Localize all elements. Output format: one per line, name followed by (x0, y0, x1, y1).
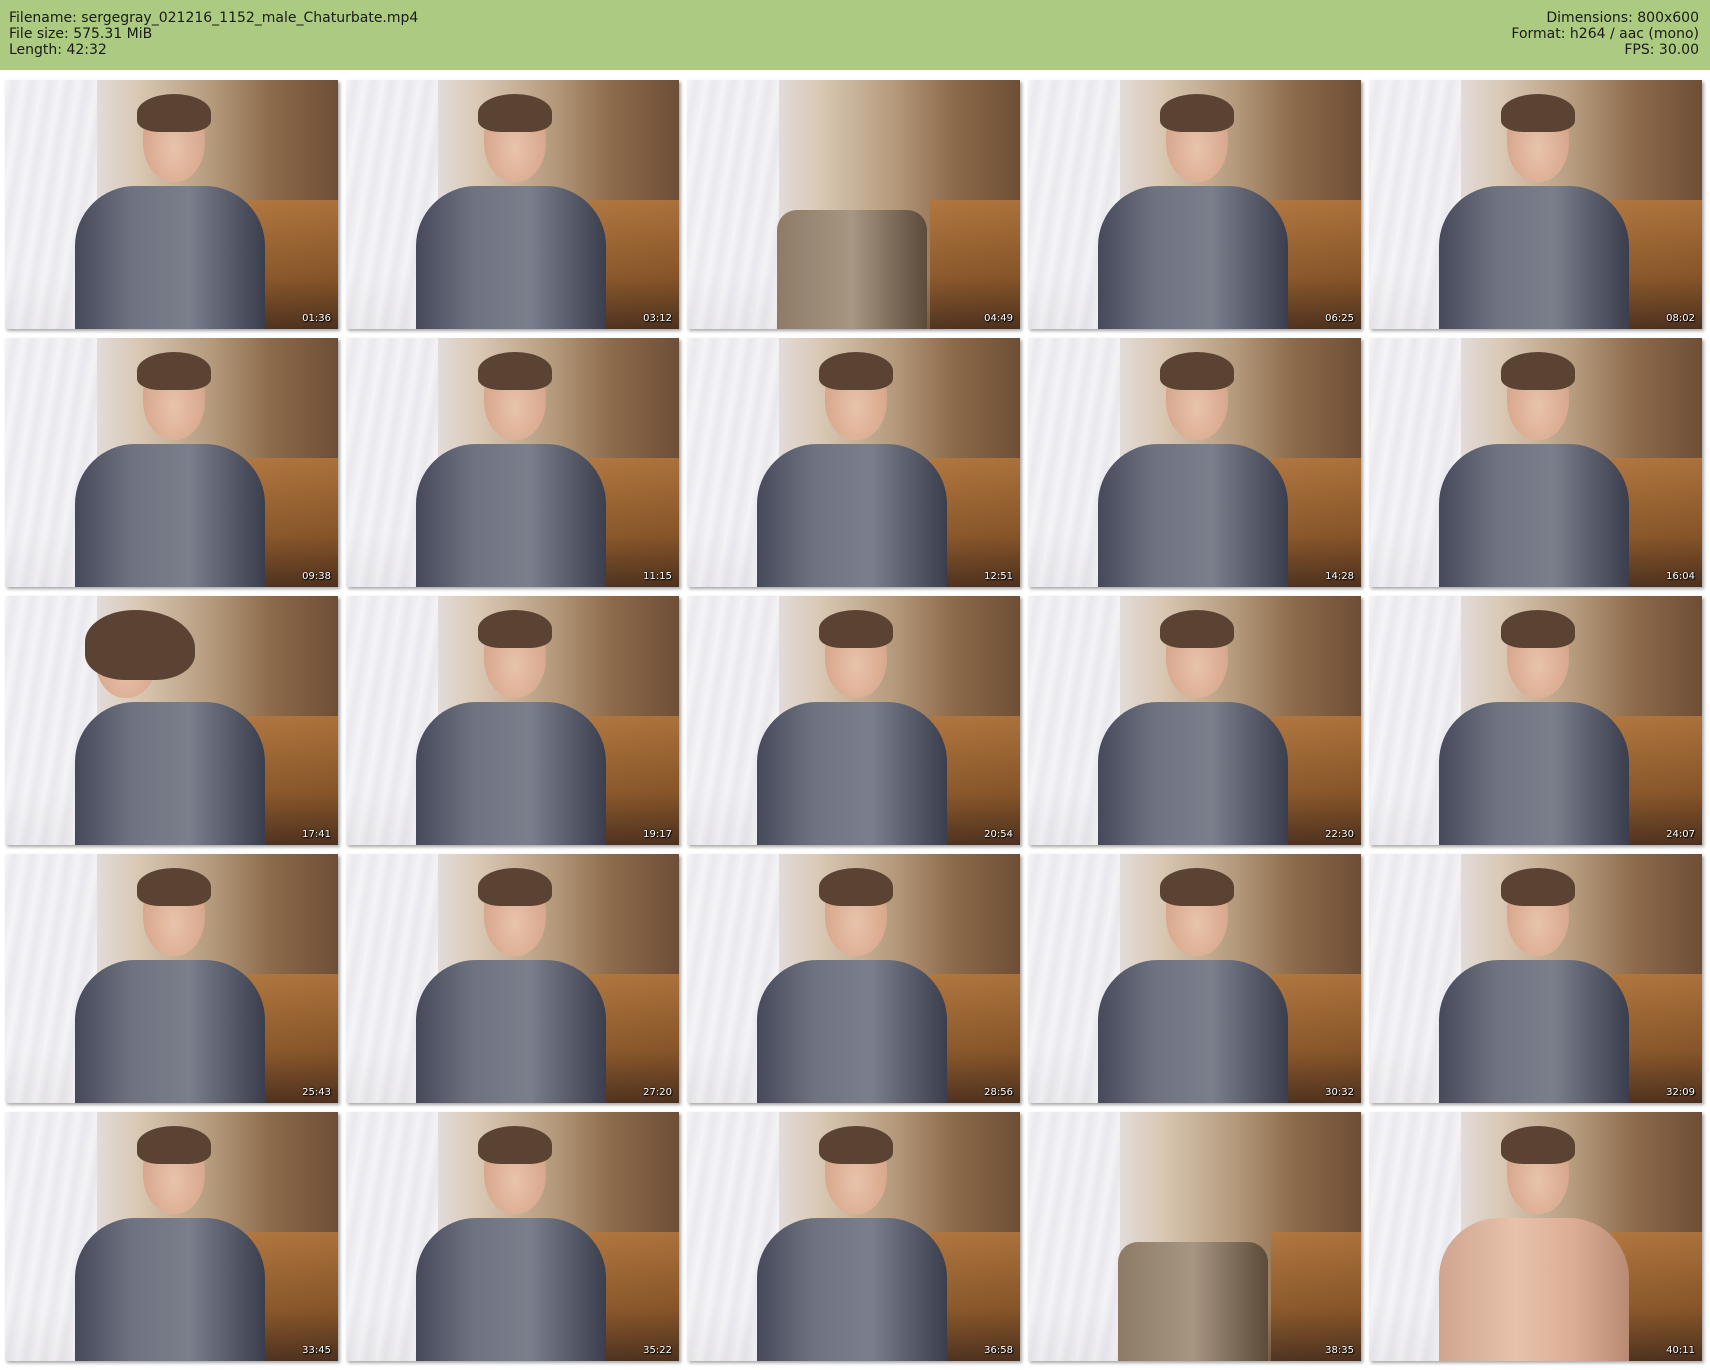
thumbnail-subject (1098, 94, 1288, 329)
fps-label: FPS: 30.00 (1624, 42, 1699, 58)
video-thumbnail: 14:28 (1028, 338, 1361, 587)
thumbnail-grid: 01:36 03:12 04:49 06:25 08:02 09:38 11:15 12:51… (0, 70, 1710, 1370)
thumbnail-subject (1439, 610, 1629, 845)
thumbnail-subject (416, 94, 606, 329)
dimensions-label: Dimensions: 800x600 (1546, 10, 1699, 26)
video-thumbnail: 22:30 (1028, 596, 1361, 845)
video-thumbnail: 40:11 (1369, 1112, 1702, 1361)
thumbnail-subject (757, 352, 947, 587)
thumbnail-subject (75, 868, 265, 1103)
thumbnail-timestamp: 28:56 (984, 1087, 1013, 1098)
thumbnail-timestamp: 06:25 (1325, 313, 1354, 324)
video-thumbnail: 27:20 (346, 854, 679, 1103)
thumbnail-subject (416, 868, 606, 1103)
thumbnail-timestamp: 30:32 (1325, 1087, 1354, 1098)
thumbnail-subject (75, 610, 265, 845)
thumbnail-timestamp: 36:58 (984, 1345, 1013, 1356)
video-thumbnail: 28:56 (687, 854, 1020, 1103)
thumbnail-subject (416, 1126, 606, 1361)
thumbnail-timestamp: 24:07 (1666, 829, 1695, 840)
video-thumbnail: 36:58 (687, 1112, 1020, 1361)
video-thumbnail: 24:07 (1369, 596, 1702, 845)
thumbnail-subject (1098, 352, 1288, 587)
thumbnail-timestamp: 25:43 (302, 1087, 331, 1098)
thumbnail-subject (1098, 610, 1288, 845)
thumbnail-subject (757, 868, 947, 1103)
video-thumbnail: 08:02 (1369, 80, 1702, 329)
thumbnail-timestamp: 17:41 (302, 829, 331, 840)
info-header: Filename: sergegray_021216_1152_male_Cha… (0, 0, 1710, 70)
video-thumbnail: 20:54 (687, 596, 1020, 845)
thumbnail-timestamp: 32:09 (1666, 1087, 1695, 1098)
format-label: Format: h264 / aac (mono) (1511, 26, 1699, 42)
thumbnail-subject (416, 352, 606, 587)
video-thumbnail: 35:22 (346, 1112, 679, 1361)
thumbnail-timestamp: 01:36 (302, 313, 331, 324)
video-thumbnail: 01:36 (5, 80, 338, 329)
video-thumbnail: 25:43 (5, 854, 338, 1103)
thumbnail-timestamp: 03:12 (643, 313, 672, 324)
thumbnail-timestamp: 16:04 (1666, 571, 1695, 582)
video-thumbnail: 16:04 (1369, 338, 1702, 587)
thumbnail-timestamp: 22:30 (1325, 829, 1354, 840)
thumbnail-subject (75, 94, 265, 329)
thumbnail-subject (416, 610, 606, 845)
thumbnail-timestamp: 09:38 (302, 571, 331, 582)
thumbnail-timestamp: 35:22 (643, 1345, 672, 1356)
video-thumbnail: 12:51 (687, 338, 1020, 587)
thumbnail-subject (1439, 352, 1629, 587)
length-label: Length: 42:32 (9, 42, 107, 58)
video-thumbnail: 19:17 (346, 596, 679, 845)
video-thumbnail: 32:09 (1369, 854, 1702, 1103)
video-thumbnail: 03:12 (346, 80, 679, 329)
filesize-label: File size: 575.31 MiB (9, 26, 153, 42)
video-thumbnail: 11:15 (346, 338, 679, 587)
thumbnail-subject (757, 1126, 947, 1361)
thumbnail-timestamp: 12:51 (984, 571, 1013, 582)
thumbnail-timestamp: 38:35 (1325, 1345, 1354, 1356)
thumbnail-timestamp: 19:17 (643, 829, 672, 840)
video-thumbnail: 06:25 (1028, 80, 1361, 329)
video-thumbnail: 09:38 (5, 338, 338, 587)
video-thumbnail: 38:35 (1028, 1112, 1361, 1361)
thumbnail-subject (1439, 94, 1629, 329)
thumbnail-timestamp: 14:28 (1325, 571, 1354, 582)
thumbnail-subject (757, 100, 947, 329)
thumbnail-timestamp: 11:15 (643, 571, 672, 582)
thumbnail-subject (75, 1126, 265, 1361)
thumbnail-subject (1098, 1132, 1288, 1361)
video-thumbnail: 17:41 (5, 596, 338, 845)
thumbnail-timestamp: 40:11 (1666, 1345, 1695, 1356)
video-thumbnail: 30:32 (1028, 854, 1361, 1103)
thumbnail-timestamp: 33:45 (302, 1345, 331, 1356)
video-thumbnail: 33:45 (5, 1112, 338, 1361)
thumbnail-timestamp: 20:54 (984, 829, 1013, 840)
thumbnail-subject (1439, 868, 1629, 1103)
thumbnail-subject (1098, 868, 1288, 1103)
thumbnail-timestamp: 08:02 (1666, 313, 1695, 324)
thumbnail-timestamp: 04:49 (984, 313, 1013, 324)
thumbnail-subject (75, 352, 265, 587)
filename-label: Filename: sergegray_021216_1152_male_Cha… (9, 10, 419, 26)
thumbnail-subject (757, 610, 947, 845)
thumbnail-timestamp: 27:20 (643, 1087, 672, 1098)
thumbnail-subject (1439, 1126, 1629, 1361)
video-thumbnail: 04:49 (687, 80, 1020, 329)
